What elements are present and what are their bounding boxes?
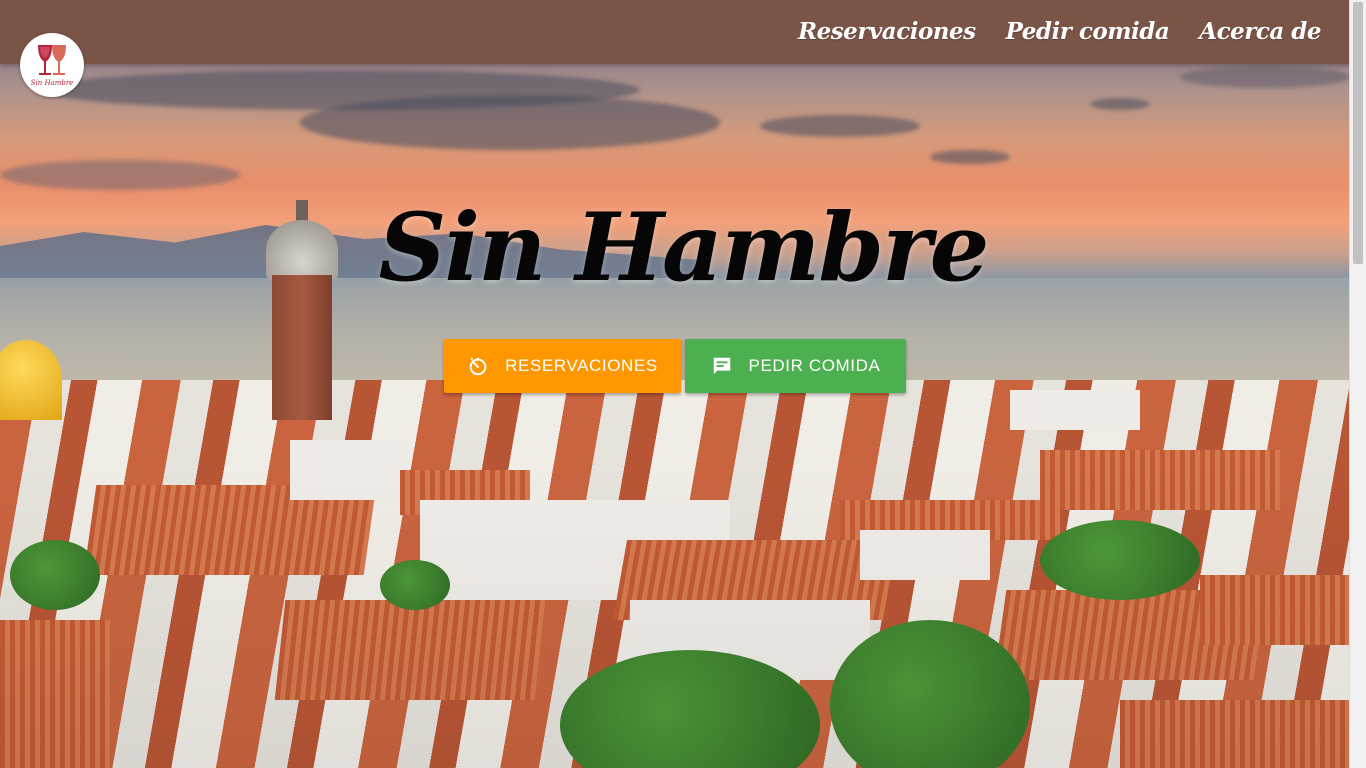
pedir-comida-button-label: PEDIR COMIDA: [748, 356, 881, 375]
hero-title: Sin Hambre: [378, 193, 990, 303]
nav-link-pedir-comida[interactable]: Pedir comida: [991, 0, 1185, 64]
vertical-scrollbar[interactable]: [1349, 0, 1366, 768]
top-navbar: Reservaciones Pedir comida Acerca de: [0, 0, 1350, 64]
nav-link-reservaciones[interactable]: Reservaciones: [783, 0, 991, 64]
brand-logo[interactable]: Sin Hambre: [20, 33, 84, 97]
wine-glasses-icon: [38, 45, 66, 75]
scrollbar-thumb[interactable]: [1353, 2, 1363, 264]
page: Reservaciones Pedir comida Acerca de Sin…: [0, 0, 1366, 768]
hero-actions: RESERVACIONES PEDIR COMIDA: [444, 339, 906, 393]
pedir-comida-button[interactable]: PEDIR COMIDA: [685, 339, 906, 393]
nav-link-acerca-de[interactable]: Acerca de: [1184, 0, 1336, 64]
logo-text: Sin Hambre: [30, 79, 74, 87]
chat-message-icon: [713, 357, 730, 375]
reservaciones-button[interactable]: RESERVACIONES: [444, 339, 681, 393]
main-nav: Reservaciones Pedir comida Acerca de: [783, 0, 1336, 64]
timer-icon: [469, 357, 487, 376]
reservaciones-button-label: RESERVACIONES: [505, 356, 658, 375]
